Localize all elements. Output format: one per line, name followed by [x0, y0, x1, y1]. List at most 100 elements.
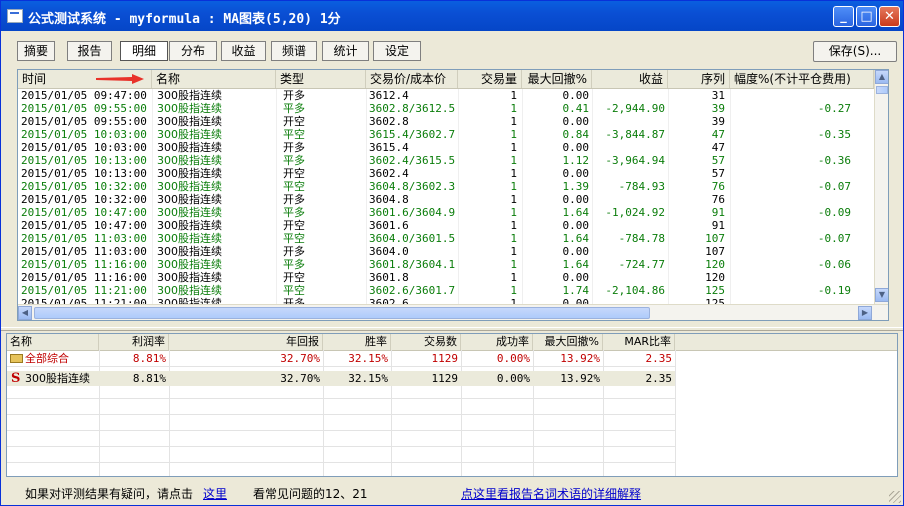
sum-header-annual-return[interactable]: 年回报: [169, 334, 323, 350]
minimize-button[interactable]: _: [833, 6, 854, 27]
summary-profit-rate: 8.81%: [132, 352, 166, 365]
scroll-right-arrow-icon[interactable]: ▶: [858, 306, 872, 320]
sum-header-name[interactable]: 名称: [7, 334, 99, 350]
cell-range-pct: -0.07: [817, 232, 851, 245]
pane-splitter[interactable]: [1, 327, 903, 331]
here-link[interactable]: 这里: [203, 485, 227, 502]
summary-row-strategy[interactable]: S 300股指连续 8.81% 32.70% 32.15% 1129 0.00%…: [7, 371, 675, 386]
tab-statistics[interactable]: 统计: [322, 41, 369, 61]
cell-time: 2015/01/05 10:13:00: [21, 154, 147, 167]
cell-qty: 1: [510, 193, 517, 206]
table-row[interactable]: 2015/01/05 11:16:00 300股指连续 开空 3601.8 1 0.00 1…: [18, 271, 874, 284]
sum-header-success-rate[interactable]: 成功率: [461, 334, 533, 350]
tab-summary[interactable]: 摘要: [17, 41, 55, 61]
col-header-max-drawdown[interactable]: 最大回撤%: [522, 70, 592, 88]
col-header-price[interactable]: 交易价/成本价: [366, 70, 458, 88]
cell-sequence: 47: [711, 141, 725, 154]
save-button[interactable]: 保存(S)...: [813, 41, 897, 62]
sum-header-mar-ratio[interactable]: MAR比率: [603, 334, 675, 350]
folder-icon: [10, 354, 23, 363]
vertical-scrollbar[interactable]: ▲ ▼: [874, 70, 888, 304]
cell-type: 平空: [283, 128, 305, 141]
cell-time: 2015/01/05 09:55:00: [21, 102, 147, 115]
close-button[interactable]: ✕: [879, 6, 900, 27]
resize-grip[interactable]: [889, 491, 901, 503]
summary-trades: 1129: [431, 372, 459, 385]
cell-profit: -2,944.90: [605, 102, 665, 115]
tab-spectrum[interactable]: 频谱: [271, 41, 317, 61]
scroll-down-arrow-icon[interactable]: ▼: [875, 288, 888, 302]
cell-max-drawdown: 0.00: [562, 219, 590, 232]
table-row[interactable]: 2015/01/05 10:03:00 300股指连续 平空 3615.4/3602.…: [18, 128, 874, 141]
tab-report[interactable]: 报告: [67, 41, 112, 61]
col-header-sequence[interactable]: 序列: [668, 70, 730, 88]
vertical-scroll-thumb[interactable]: [876, 86, 888, 94]
cell-max-drawdown: 1.39: [562, 180, 590, 193]
col-header-qty[interactable]: 交易量: [458, 70, 522, 88]
col-header-profit[interactable]: 收益: [592, 70, 668, 88]
sum-header-win-rate[interactable]: 胜率: [323, 334, 391, 350]
table-row[interactable]: 2015/01/05 10:32:00 300股指连续 开多 3604.8 1 0.00 7…: [18, 193, 874, 206]
cell-type: 开多: [283, 297, 305, 304]
table-row[interactable]: 2015/01/05 10:13:00 300股指连续 平多 3602.4/3615.…: [18, 154, 874, 167]
table-row[interactable]: 2015/01/05 10:47:00 300股指连续 开空 3601.6 1 0.00 9…: [18, 219, 874, 232]
trade-detail-table[interactable]: 时间 名称 类型 交易价/成本价 交易量 最大回撤% 收益 序列 幅度%(不计平…: [17, 69, 889, 321]
cell-time: 2015/01/05 10:47:00: [21, 219, 147, 232]
horizontal-scroll-thumb[interactable]: [34, 307, 650, 319]
sum-header-max-drawdown[interactable]: 最大回撤%: [533, 334, 603, 350]
cell-price: 3604.0: [369, 245, 409, 258]
scroll-up-arrow-icon[interactable]: ▲: [875, 70, 888, 84]
summary-max-drawdown: 13.92%: [560, 372, 600, 385]
table-row[interactable]: 2015/01/05 11:03:00 300股指连续 开多 3604.0 1 0.00 1…: [18, 245, 874, 258]
cell-sequence: 125: [705, 284, 725, 297]
table-row[interactable]: 2015/01/05 10:03:00 300股指连续 开多 3615.4 1 0.00 4…: [18, 141, 874, 154]
table-row[interactable]: 2015/01/05 09:55:00 300股指连续 开空 3602.8 1 0.00 3…: [18, 115, 874, 128]
cell-max-drawdown: 0.00: [562, 89, 590, 102]
cell-time: 2015/01/05 09:55:00: [21, 115, 147, 128]
detail-header-row: 时间 名称 类型 交易价/成本价 交易量 最大回撤% 收益 序列 幅度%(不计平…: [18, 70, 874, 89]
cell-price: 3601.6/3604.9: [369, 206, 456, 219]
tab-settings[interactable]: 设定: [373, 41, 421, 61]
horizontal-scrollbar[interactable]: ◀ ▶: [18, 304, 888, 320]
cell-name: 300股指连续: [157, 193, 222, 206]
table-row[interactable]: 2015/01/05 09:47:00 300股指连续 开多 3612.4 1 0.00 3…: [18, 89, 874, 102]
summary-row-all[interactable]: 全部综合 8.81% 32.70% 32.15% 1129 0.00% 13.9…: [7, 351, 675, 366]
table-row[interactable]: 2015/01/05 11:21:00 300股指连续 开多 3602.6 1 0.00 1…: [18, 297, 874, 304]
maximize-button[interactable]: □: [856, 6, 877, 27]
table-row[interactable]: 2015/01/05 11:16:00 300股指连续 平多 3601.8/3604.…: [18, 258, 874, 271]
cell-range-pct: -0.19: [817, 284, 851, 297]
table-row[interactable]: 2015/01/05 11:21:00 300股指连续 平空 3602.6/3601.…: [18, 284, 874, 297]
cell-max-drawdown: 1.12: [562, 154, 590, 167]
tab-detail[interactable]: 明细: [120, 41, 168, 61]
table-row[interactable]: 2015/01/05 11:03:00 300股指连续 平空 3604.0/3601.…: [18, 232, 874, 245]
col-header-name[interactable]: 名称: [152, 70, 276, 88]
cell-profit: -3,964.94: [605, 154, 665, 167]
table-row[interactable]: 2015/01/05 10:32:00 300股指连续 平空 3604.8/3602.…: [18, 180, 874, 193]
cell-max-drawdown: 0.00: [562, 141, 590, 154]
cell-qty: 1: [510, 297, 517, 304]
title-bar[interactable]: 公式测试系统 - myformula : MA图表(5,20) 1分 _ □ ✕: [1, 1, 903, 31]
cell-max-drawdown: 0.00: [562, 297, 590, 304]
cell-time: 2015/01/05 10:03:00: [21, 141, 147, 154]
cell-type: 开多: [283, 89, 305, 102]
cell-qty: 1: [510, 167, 517, 180]
summary-table[interactable]: 名称 利润率 年回报 胜率 交易数 成功率 最大回撤% MAR比率 全部综合 8…: [6, 333, 898, 477]
cell-name: 300股指连续: [157, 271, 222, 284]
tab-distribution[interactable]: 分布: [169, 41, 217, 61]
cell-name: 300股指连续: [157, 128, 222, 141]
app-icon: [7, 9, 23, 23]
table-row[interactable]: 2015/01/05 09:55:00 300股指连续 平多 3602.8/3612.…: [18, 102, 874, 115]
table-row[interactable]: 2015/01/05 10:47:00 300股指连续 平多 3601.6/3604.…: [18, 206, 874, 219]
sum-header-profit-rate[interactable]: 利润率: [99, 334, 169, 350]
scroll-left-arrow-icon[interactable]: ◀: [18, 306, 32, 320]
sum-header-trades[interactable]: 交易数: [391, 334, 461, 350]
explain-terms-link[interactable]: 点这里看报告名词术语的详细解释: [461, 485, 641, 502]
table-row[interactable]: 2015/01/05 10:13:00 300股指连续 开空 3602.4 1 0.00 5…: [18, 167, 874, 180]
tab-profit[interactable]: 收益: [221, 41, 266, 61]
col-header-range-pct[interactable]: 幅度%(不计平仓费用): [730, 70, 874, 88]
cell-name: 300股指连续: [157, 180, 222, 193]
cell-profit: -3,844.87: [605, 128, 665, 141]
cell-name: 300股指连续: [157, 284, 222, 297]
col-header-type[interactable]: 类型: [276, 70, 366, 88]
cell-profit: -724.77: [618, 258, 665, 271]
